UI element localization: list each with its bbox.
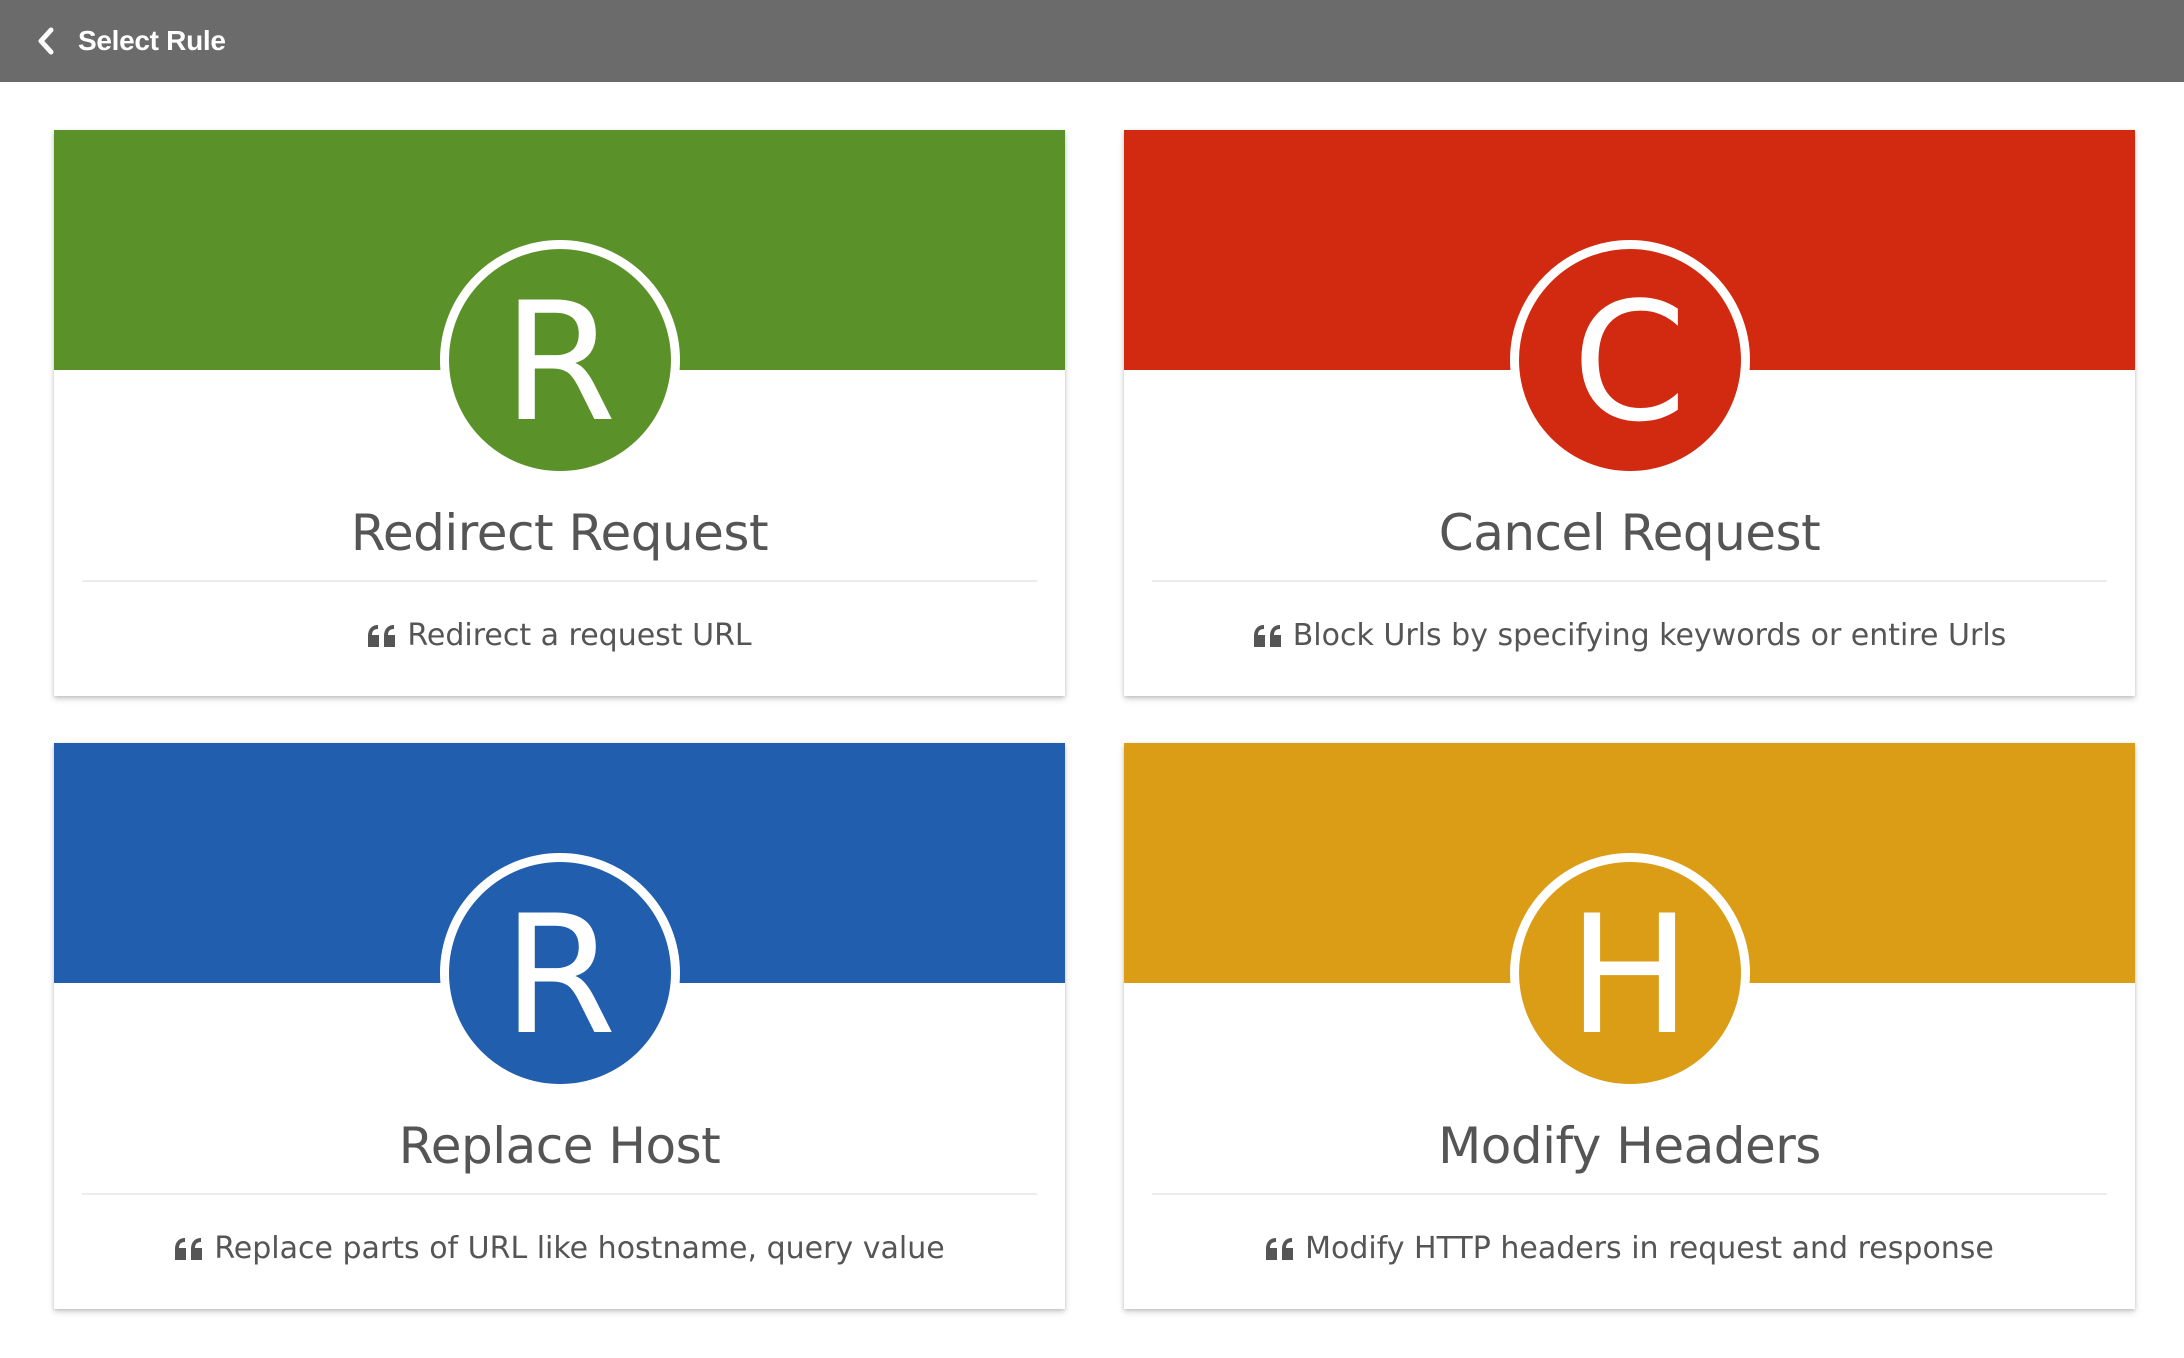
rule-description: Block Urls by specifying keywords or ent… [1124,618,2135,653]
rule-title: Redirect Request [350,504,769,562]
back-button[interactable]: Select Rule [28,11,236,71]
divider [1152,580,2107,582]
divider [82,580,1037,582]
rule-description-text: Redirect a request URL [407,618,752,653]
rule-letter-badge: R [439,853,680,1093]
rule-card-redirect-request[interactable]: R Redirect Request Redirect a request UR… [54,130,1065,696]
divider [82,1193,1037,1195]
quote-icon [1265,1236,1295,1262]
rule-letter: R [502,267,617,458]
rule-description-text: Replace parts of URL like hostname, quer… [214,1231,945,1266]
rule-description-text: Block Urls by specifying keywords or ent… [1292,618,2007,653]
chevron-left-icon [28,23,64,59]
rule-letter-badge: H [1509,853,1750,1093]
quote-icon [174,1236,204,1262]
quote-icon [367,623,397,649]
top-bar: Select Rule [0,0,2184,82]
rule-letter: H [1567,880,1692,1071]
rule-description-text: Modify HTTP headers in request and respo… [1305,1231,1994,1266]
rule-card-replace-host[interactable]: R Replace Host Replace parts of URL like… [54,743,1065,1309]
quote-icon [1253,623,1283,649]
rule-description: Redirect a request URL [54,618,1065,653]
divider [1152,1193,2107,1195]
rule-description: Modify HTTP headers in request and respo… [1124,1231,2135,1266]
rule-title: Replace Host [398,1117,721,1175]
rule-letter: C [1572,267,1687,458]
rule-letter-badge: R [439,240,680,480]
rule-letter: R [502,880,617,1071]
rule-letter-badge: C [1509,240,1750,480]
rule-title: Modify Headers [1438,1117,1821,1175]
rule-description: Replace parts of URL like hostname, quer… [54,1231,1065,1266]
page-title: Select Rule [78,25,226,56]
rule-card-cancel-request[interactable]: C Cancel Request Block Urls by specifyin… [1124,130,2135,696]
rule-card-modify-headers[interactable]: H Modify Headers Modify HTTP headers in … [1124,743,2135,1309]
rule-title: Cancel Request [1438,504,1821,562]
